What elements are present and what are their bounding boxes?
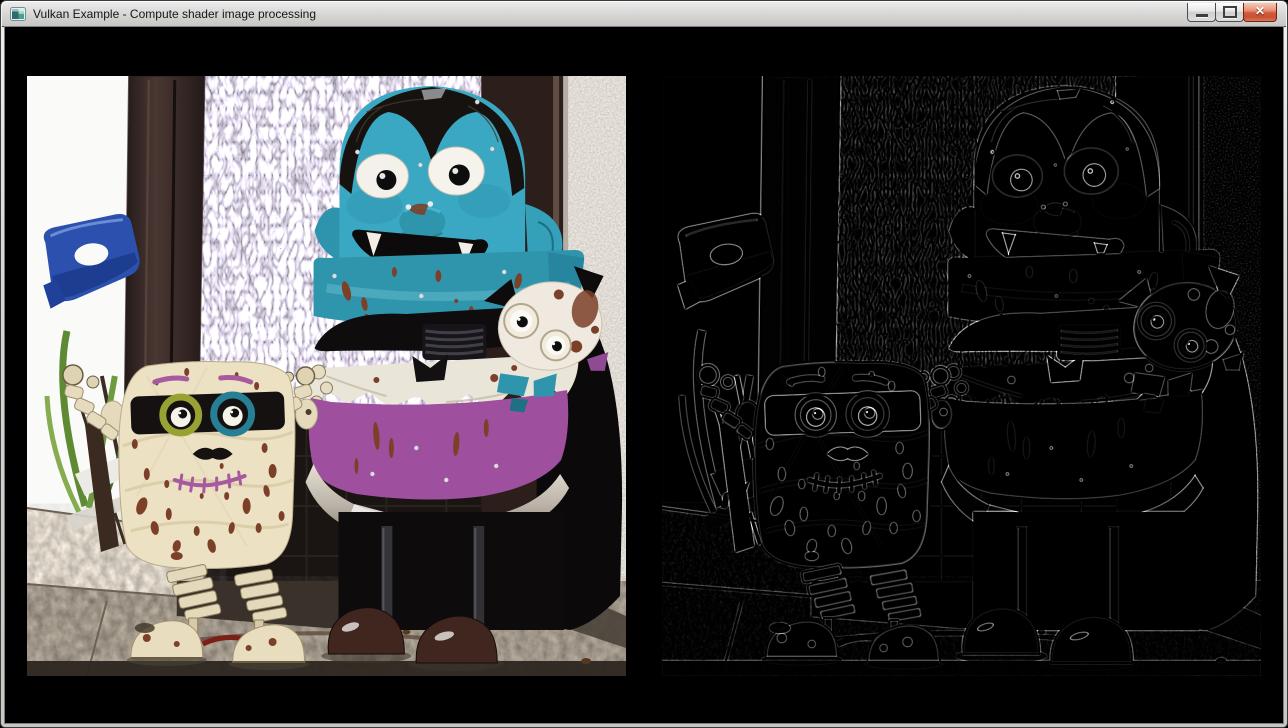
edge-output-panel: [662, 76, 1261, 676]
app-icon[interactable]: [10, 6, 26, 22]
app-window: Vulkan Example - Compute shader image pr…: [0, 0, 1288, 728]
source-image-panel: [27, 76, 626, 676]
close-button[interactable]: ✕: [1243, 3, 1277, 22]
client-area: [5, 27, 1283, 723]
window-title: Vulkan Example - Compute shader image pr…: [33, 7, 316, 21]
maximize-button[interactable]: [1215, 3, 1244, 22]
maximize-icon: [1223, 6, 1237, 18]
window-controls: ✕: [1188, 3, 1277, 22]
minimize-icon: [1196, 14, 1208, 17]
close-icon: ✕: [1255, 5, 1265, 17]
minimize-button[interactable]: [1187, 3, 1216, 22]
titlebar[interactable]: Vulkan Example - Compute shader image pr…: [2, 2, 1286, 27]
